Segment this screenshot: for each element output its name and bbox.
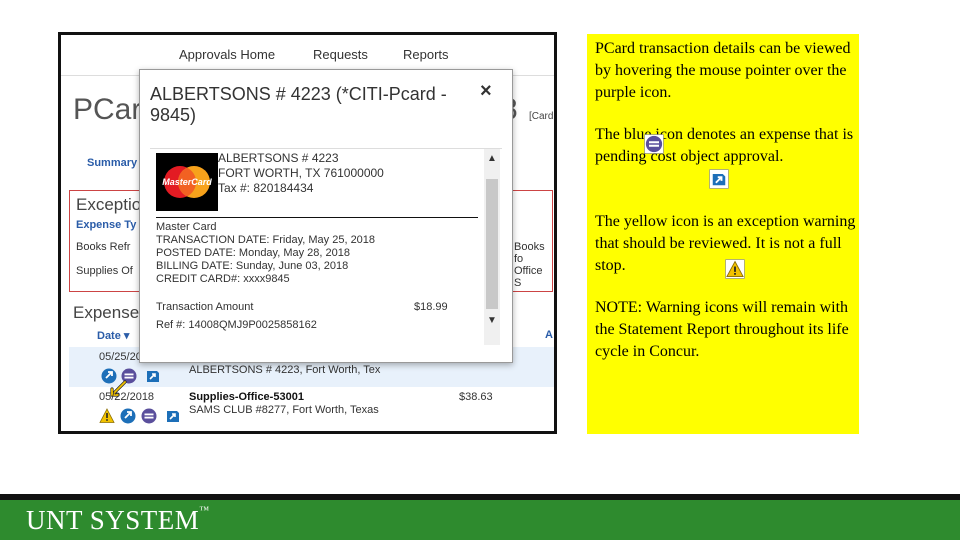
date-column-header[interactable]: Date ▾ [97,329,129,342]
transaction-date: TRANSACTION DATE: Friday, May 25, 2018 [156,234,376,246]
logo-text: UNT SYSTEM [26,505,200,535]
tab-summary[interactable]: Summary [87,157,137,169]
yellow-warning-icon[interactable] [99,408,115,424]
amount-column-header[interactable]: A [545,329,553,341]
reference-number: Ref #: 14008QMJ9P0025858162 [156,319,317,331]
blue-pending-icon[interactable] [120,408,136,424]
receipt-icon[interactable] [145,368,161,384]
merchant-name: ALBERTSONS # 4223 [218,151,339,165]
mastercard-logo-text: MasterCard [162,177,212,187]
billing-date: BILLING DATE: Sunday, June 03, 2018 [156,260,349,272]
yellow-warning-icon [725,259,745,279]
note-paragraph-1: PCard transaction details can be viewed … [595,40,851,101]
row-2-merchant: SAMS CLUB #8277, Fort Worth, Texas [189,404,379,416]
card-type: Master Card [156,221,217,233]
expenses-title: Expense [73,303,140,322]
scroll-up-icon[interactable]: ▲ [487,153,497,164]
blue-pending-icon [709,169,729,189]
nav-reports[interactable]: Reports [403,47,449,62]
row-2-type[interactable]: Supplies-Office-53001 [189,391,304,403]
logo-trademark: ™ [199,505,210,516]
page-title: PCar [73,93,142,126]
popup-content: MasterCard ALBERTSONS # 4223 FORT WORTH,… [150,148,502,345]
row-1-date: 05/25/20 [99,351,142,363]
note-paragraph-2: The blue icon denotes an expense that is… [595,126,854,165]
credit-card-number: CREDIT CARD#: xxxx9845 [156,273,290,285]
exception-row-2-right: Office S [514,265,543,289]
merchant-city: FORT WORTH, TX 761000000 [218,166,384,180]
scroll-thumb[interactable] [486,179,498,309]
exceptions-title: Exceptio [76,195,142,214]
concur-screenshot: Approvals Home Requests Reports PCar 8 [… [58,32,557,434]
nav-requests[interactable]: Requests [313,47,368,62]
transaction-amount-value: $18.99 [414,301,448,313]
instruction-note: PCard transaction details can be viewed … [587,34,859,434]
row-2-date: 05/22/2018 [99,391,155,403]
purple-card-icon[interactable] [141,408,157,424]
close-icon[interactable]: × [480,80,492,103]
merchant-tax: Tax #: 820184434 [218,181,314,195]
exception-row-1: Books Refr [76,241,131,253]
exception-row-1-right: Books fo [514,241,545,265]
popup-scrollbar[interactable]: ▲ ▼ [484,149,500,345]
note-paragraph-4: NOTE: Warning icons will remain with the… [595,299,849,360]
exception-row-2: Supplies Of [76,265,133,277]
mastercard-logo: MasterCard [156,153,218,211]
report-tag: [Card [529,111,554,122]
row-1-merchant: ALBERTSONS # 4223, Fort Worth, Tex [189,364,381,376]
unt-system-logo: UNT SYSTEM™ [26,505,210,536]
receipt-icon[interactable] [165,408,181,424]
popup-title: ALBERTSONS # 4223 (*CITI-Pcard - 9845) [150,84,447,125]
transaction-details-popup: ALBERTSONS # 4223 (*CITI-Pcard - 9845) ×… [139,69,513,363]
divider [156,217,478,218]
purple-card-icon [644,134,664,154]
scroll-down-icon[interactable]: ▼ [487,315,497,326]
nav-approvals-home[interactable]: Approvals Home [179,47,275,62]
row-2-amount: $38.63 [459,391,493,403]
expense-type-header[interactable]: Expense Ty [76,219,136,231]
transaction-amount-label: Transaction Amount [156,301,254,313]
posted-date: POSTED DATE: Monday, May 28, 2018 [156,247,351,259]
